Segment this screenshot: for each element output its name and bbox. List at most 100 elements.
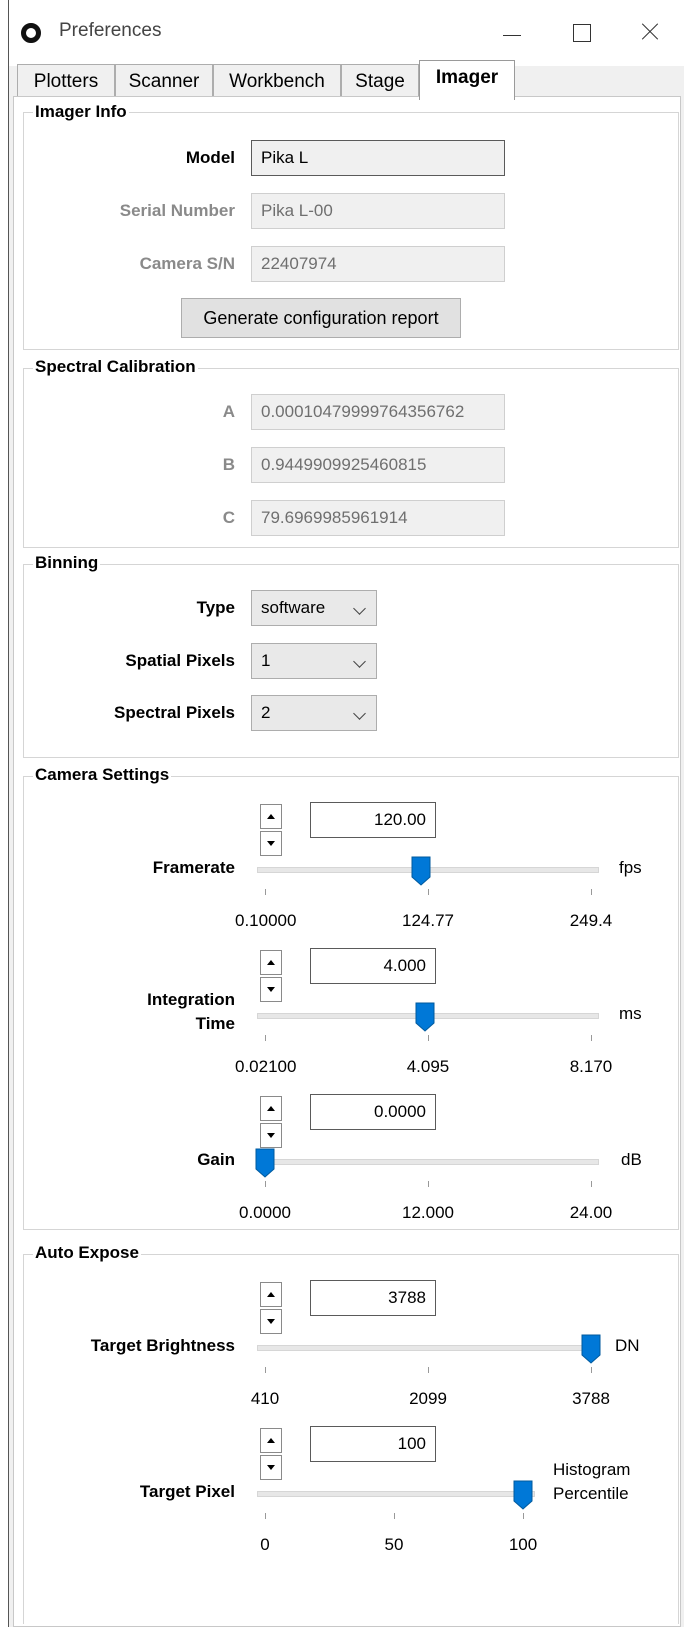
target-brightness-spinner bbox=[260, 1282, 282, 1334]
framerate-label: Framerate bbox=[152, 858, 235, 877]
preferences-window: Preferences Plotters Scanner Workbench S… bbox=[8, 0, 684, 1627]
target-brightness-increment-button[interactable] bbox=[260, 1282, 282, 1307]
gain-min-label: 0.0000 bbox=[239, 1203, 291, 1222]
gain-increment-button[interactable] bbox=[260, 1096, 282, 1121]
tab-bar: Plotters Scanner Workbench Stage Imager bbox=[9, 60, 684, 100]
tick-mark bbox=[591, 889, 592, 895]
model-label: Model bbox=[185, 148, 235, 167]
target-pixel-slider-track[interactable] bbox=[257, 1491, 535, 1497]
integration-increment-button[interactable] bbox=[260, 950, 282, 975]
framerate-mid-label: 124.77 bbox=[402, 911, 454, 930]
integration-label-line2: Time bbox=[195, 1014, 235, 1033]
integration-unit: ms bbox=[619, 1004, 642, 1023]
target-pixel-increment-button[interactable] bbox=[260, 1428, 282, 1453]
target-pixel-input[interactable]: 100 bbox=[310, 1426, 436, 1462]
target-pixel-spinner bbox=[260, 1428, 282, 1480]
framerate-max-label: 249.4 bbox=[569, 911, 613, 930]
target-pixel-unit-line2: Percentile bbox=[553, 1484, 629, 1503]
tick-mark bbox=[591, 1181, 592, 1187]
coefficient-a-label: A bbox=[222, 402, 235, 421]
target-brightness-slider-track[interactable] bbox=[257, 1345, 599, 1351]
integration-slider-thumb[interactable] bbox=[415, 1002, 435, 1032]
tick-mark bbox=[265, 1181, 266, 1187]
integration-label-line1: Integration bbox=[147, 990, 235, 1009]
tick-mark bbox=[523, 1513, 524, 1519]
binning-type-select[interactable]: software bbox=[251, 590, 377, 626]
integration-decrement-button[interactable] bbox=[260, 977, 282, 1002]
tab-workbench[interactable]: Workbench bbox=[213, 64, 341, 98]
binning-type-label: Type bbox=[196, 598, 235, 617]
tab-scanner[interactable]: Scanner bbox=[115, 64, 213, 98]
target-brightness-decrement-button[interactable] bbox=[260, 1309, 282, 1334]
target-brightness-slider-thumb[interactable] bbox=[581, 1334, 601, 1364]
gain-spinner bbox=[260, 1096, 282, 1148]
framerate-increment-button[interactable] bbox=[260, 804, 282, 829]
gain-slider-track[interactable] bbox=[257, 1159, 599, 1165]
gain-unit: dB bbox=[621, 1150, 642, 1169]
target-pixel-decrement-button[interactable] bbox=[260, 1455, 282, 1480]
coefficient-a-field: 0.00010479999764356762 bbox=[251, 394, 505, 430]
camera-settings-title: Camera Settings bbox=[33, 765, 172, 785]
generate-report-button[interactable]: Generate configuration report bbox=[181, 298, 461, 338]
tick-mark bbox=[394, 1513, 395, 1519]
framerate-unit: fps bbox=[619, 858, 642, 877]
framerate-spinner bbox=[260, 804, 282, 856]
chevron-down-icon bbox=[353, 707, 366, 720]
coefficient-b-field: 0.9449909925460815 bbox=[251, 447, 505, 483]
binning-type-value: software bbox=[261, 598, 326, 617]
target-pixel-min-label: 0 bbox=[260, 1535, 270, 1554]
target-pixel-max-label: 100 bbox=[508, 1535, 538, 1554]
window-title: Preferences bbox=[59, 20, 162, 41]
integration-input[interactable]: 4.000 bbox=[310, 948, 436, 984]
tab-stage[interactable]: Stage bbox=[341, 64, 419, 98]
gain-decrement-button[interactable] bbox=[260, 1123, 282, 1148]
tick-mark bbox=[591, 1367, 592, 1373]
spatial-pixels-select[interactable]: 1 bbox=[251, 643, 377, 679]
target-brightness-label: Target Brightness bbox=[90, 1336, 235, 1355]
tick-mark bbox=[265, 1367, 266, 1373]
spectral-calibration-title: Spectral Calibration bbox=[33, 357, 198, 377]
maximize-button[interactable] bbox=[561, 12, 601, 52]
spectral-pixels-select[interactable]: 2 bbox=[251, 695, 377, 731]
integration-max-label: 8.170 bbox=[569, 1057, 613, 1076]
chevron-down-icon bbox=[353, 602, 366, 615]
camera-sn-label: Camera S/N bbox=[139, 254, 235, 273]
close-button[interactable] bbox=[629, 12, 669, 52]
coefficient-c-field: 79.6969985961914 bbox=[251, 500, 505, 536]
tick-mark bbox=[591, 1035, 592, 1041]
tick-mark bbox=[428, 889, 429, 895]
tick-mark bbox=[265, 889, 266, 895]
framerate-slider-thumb[interactable] bbox=[411, 856, 431, 886]
spectral-pixels-label: Spectral Pixels bbox=[114, 703, 235, 722]
gain-mid-label: 12.000 bbox=[402, 1203, 454, 1222]
gain-slider-thumb[interactable] bbox=[255, 1148, 275, 1178]
binning-title: Binning bbox=[33, 553, 101, 573]
spatial-pixels-label: Spatial Pixels bbox=[125, 651, 235, 670]
camera-sn-field: 22407974 bbox=[251, 246, 505, 282]
spectral-pixels-value: 2 bbox=[261, 703, 271, 722]
tab-imager[interactable]: Imager bbox=[419, 60, 515, 100]
app-icon bbox=[21, 23, 41, 43]
gain-input[interactable]: 0.0000 bbox=[310, 1094, 436, 1130]
spatial-pixels-value: 1 bbox=[261, 651, 271, 670]
chevron-down-icon bbox=[353, 655, 366, 668]
framerate-decrement-button[interactable] bbox=[260, 831, 282, 856]
imager-info-title: Imager Info bbox=[33, 102, 129, 122]
minimize-button[interactable] bbox=[491, 12, 531, 52]
integration-spinner bbox=[260, 950, 282, 1002]
tick-mark bbox=[428, 1035, 429, 1041]
target-brightness-input[interactable]: 3788 bbox=[310, 1280, 436, 1316]
tab-plotters[interactable]: Plotters bbox=[17, 64, 115, 98]
serial-number-label: Serial Number bbox=[119, 201, 235, 220]
tick-mark bbox=[428, 1181, 429, 1187]
model-field[interactable]: Pika L bbox=[251, 140, 505, 176]
integration-mid-label: 4.095 bbox=[406, 1057, 450, 1076]
coefficient-b-label: B bbox=[222, 455, 235, 474]
auto-expose-title: Auto Expose bbox=[33, 1243, 141, 1263]
target-pixel-label: Target Pixel bbox=[139, 1482, 235, 1501]
framerate-min-label: 0.10000 bbox=[235, 911, 297, 930]
target-pixel-slider-thumb[interactable] bbox=[513, 1480, 533, 1510]
integration-min-label: 0.02100 bbox=[235, 1057, 297, 1076]
target-brightness-unit: DN bbox=[615, 1336, 640, 1355]
framerate-input[interactable]: 120.00 bbox=[310, 802, 436, 838]
